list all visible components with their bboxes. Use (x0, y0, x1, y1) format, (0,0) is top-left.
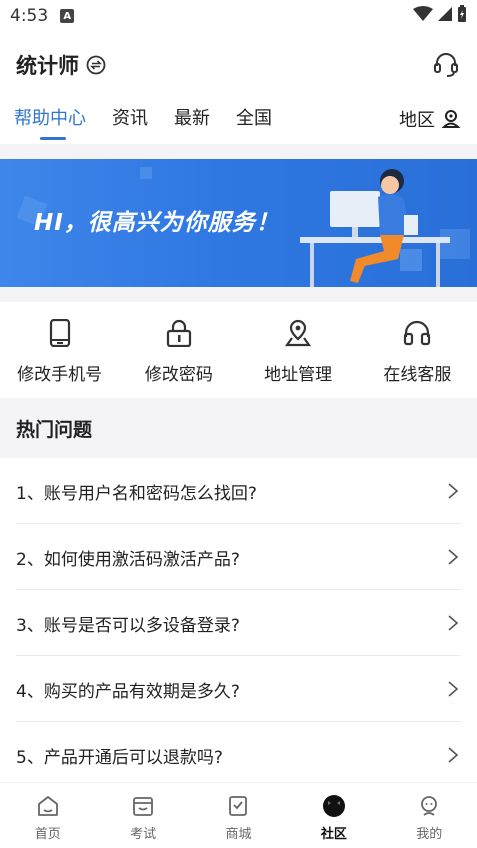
list-item[interactable]: 5、产品开通后可以退款吗? (0, 722, 477, 788)
quick-action-label: 在线客服 (383, 365, 452, 385)
category-tabs: 帮助中心 资讯 最新 全国 地区 (0, 98, 477, 144)
list-item[interactable]: 2、如何使用激活码激活产品? (0, 524, 477, 590)
headphones-icon (402, 318, 432, 348)
faq-list: 1、账号用户名和密码怎么找回? 2、如何使用激活码激活产品? 3、账号是否可以多… (0, 458, 477, 788)
nav-home[interactable]: 首页 (0, 783, 95, 848)
nav-community[interactable]: 社区 (286, 783, 381, 848)
customer-service-icon[interactable] (431, 50, 461, 80)
tab-label: 最新 (174, 108, 210, 129)
list-item[interactable]: 4、购买的产品有效期是多久? (0, 656, 477, 722)
person-location-icon (441, 109, 461, 129)
map-pin-icon (283, 318, 313, 348)
cart-icon (225, 793, 251, 819)
list-item[interactable]: 1、账号用户名和密码怎么找回? (0, 458, 477, 524)
section-title: 热门问题 (16, 418, 93, 441)
nav-exam[interactable]: 考试 (95, 783, 190, 848)
quick-action-label: 修改手机号 (17, 365, 103, 385)
change-password-button[interactable]: 修改密码 (119, 302, 238, 398)
status-time: 4:53 (10, 6, 49, 26)
change-phone-button[interactable]: 修改手机号 (0, 302, 119, 398)
chevron-right-icon (445, 547, 461, 567)
nav-mine[interactable]: 我的 (382, 783, 477, 848)
lock-icon (164, 318, 194, 348)
chevron-right-icon (445, 613, 461, 633)
phone-icon (45, 318, 75, 348)
faq-question: 2、如何使用激活码激活产品? (16, 549, 240, 570)
online-service-button[interactable]: 在线客服 (358, 302, 477, 398)
home-icon (35, 793, 61, 819)
tab-latest[interactable]: 最新 (174, 98, 210, 140)
faq-question: 3、账号是否可以多设备登录? (16, 615, 240, 636)
profile-icon (416, 793, 442, 819)
region-label: 地区 (399, 110, 435, 131)
nav-label: 考试 (130, 827, 157, 842)
hot-questions-header: 热门问题 (0, 398, 477, 458)
faq-question: 4、购买的产品有效期是多久? (16, 681, 240, 702)
nav-label: 我的 (416, 827, 443, 842)
region-selector[interactable]: 地区 (399, 98, 461, 140)
welcome-banner[interactable]: HI，很高兴为你服务！ (0, 159, 477, 287)
divider (0, 144, 477, 159)
status-icons (413, 5, 467, 27)
calendar-icon (130, 793, 156, 819)
faq-question: 1、账号用户名和密码怎么找回? (16, 483, 257, 504)
notification-badge: A (60, 9, 75, 23)
community-icon (321, 793, 347, 819)
chevron-right-icon (445, 679, 461, 699)
battery-icon (457, 5, 467, 27)
address-management-button[interactable]: 地址管理 (239, 302, 358, 398)
chevron-right-icon (445, 745, 461, 765)
wifi-icon (413, 6, 433, 26)
divider (0, 287, 477, 302)
list-item[interactable]: 3、账号是否可以多设备登录? (0, 590, 477, 656)
quick-action-label: 修改密码 (144, 365, 213, 385)
nav-label: 首页 (34, 827, 61, 842)
page-title: 统计师 (16, 54, 79, 78)
nav-label: 社区 (320, 827, 347, 842)
quick-actions: 修改手机号 修改密码 地址管理 在线客服 (0, 302, 477, 398)
faq-question: 5、产品开通后可以退款吗? (16, 747, 223, 768)
bottom-nav: 首页 考试 商城 社区 我的 (0, 782, 477, 848)
nav-mall[interactable]: 商城 (191, 783, 286, 848)
switch-subject-icon[interactable] (85, 54, 107, 76)
tab-help-center[interactable]: 帮助中心 (14, 98, 86, 140)
tab-label: 资讯 (112, 108, 148, 129)
status-bar: 4:53 A (0, 0, 477, 32)
header: 统计师 (0, 40, 477, 90)
tab-news[interactable]: 资讯 (112, 98, 148, 140)
banner-text: HI，很高兴为你服务！ (34, 210, 280, 236)
tab-national[interactable]: 全国 (236, 98, 272, 140)
tab-label: 全国 (236, 108, 272, 129)
quick-action-label: 地址管理 (264, 365, 333, 385)
chevron-right-icon (445, 481, 461, 501)
nav-label: 商城 (225, 827, 252, 842)
tab-label: 帮助中心 (14, 108, 86, 129)
tab-active-indicator (40, 137, 66, 140)
signal-icon (437, 6, 453, 26)
